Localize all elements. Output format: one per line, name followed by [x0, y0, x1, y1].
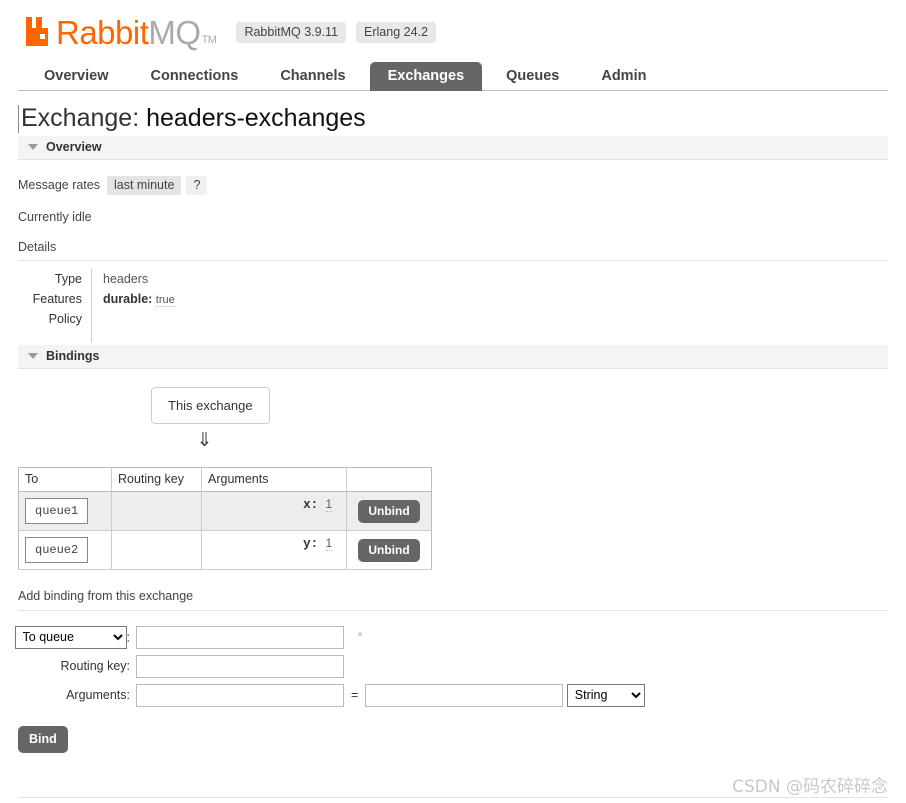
message-rates-label: Message rates [18, 178, 100, 192]
bindings-graph: This exchange ⇓ [0, 386, 906, 451]
details-row-type: Type headers [0, 268, 175, 289]
binding-action-cell: Unbind [346, 530, 432, 570]
watermark-text: CSDN @码农碎碎念 [732, 777, 888, 797]
page-title-name: headers-exchanges [146, 104, 366, 132]
bind-button-row: Bind [18, 725, 906, 753]
destination-colon: : [126, 630, 130, 644]
tab-queues[interactable]: Queues [488, 62, 577, 92]
rabbitmq-version-badge: RabbitMQ 3.9.11 [236, 22, 347, 43]
details-row-features: Features durable: true [0, 288, 175, 309]
logo-tm-mark: TM [201, 34, 217, 46]
message-rates-row: Message rates last minute ? [18, 175, 906, 195]
rate-period-last-minute[interactable]: last minute [106, 175, 182, 195]
arguments-input-cell: = String Number Boolean List [136, 681, 645, 710]
unbind-button[interactable]: Unbind [358, 538, 420, 562]
tab-connections[interactable]: Connections [133, 62, 257, 92]
column-header-to: To [18, 467, 112, 492]
unbind-button[interactable]: Unbind [358, 499, 420, 523]
down-arrow-icon: ⇓ [196, 429, 213, 451]
details-value-features: durable: true [92, 289, 175, 309]
binding-action-cell: Unbind [346, 491, 432, 531]
details-label: Details [18, 240, 888, 261]
rabbit-eye [40, 34, 45, 39]
column-header-actions [346, 467, 432, 492]
add-binding-form: To queue To exchange : * Routing key: Ar… [0, 623, 645, 710]
feature-value-durable: true [155, 293, 175, 307]
argument-type-select[interactable]: String Number Boolean List [566, 683, 645, 707]
binding-destination-cell: queue2 [18, 530, 112, 570]
logo-rabbit-text: Rabbit [56, 14, 149, 51]
table-row: queue1 x: 1 Unbind [18, 491, 432, 531]
form-row-routing-key: Routing key: [0, 652, 645, 681]
page-title: Exchange: headers-exchanges [18, 104, 906, 133]
tab-admin[interactable]: Admin [583, 62, 664, 92]
arguments-label: Arguments: [66, 688, 130, 702]
details-label-features: Features [0, 288, 92, 309]
section-header-bindings[interactable]: Bindings [18, 344, 888, 369]
rabbitmq-logo[interactable]: RabbitMQTM [25, 14, 217, 51]
queue-link-queue1[interactable]: queue1 [25, 497, 89, 524]
section-overview-label: Overview [46, 139, 102, 154]
table-row: queue2 y: 1 Unbind [18, 530, 432, 570]
details-label-policy: Policy [0, 308, 92, 342]
page-title-prefix: Exchange: [21, 104, 147, 132]
bindings-table: To Routing key Arguments queue1 x: 1 Unb… [18, 466, 432, 570]
queue-link-queue2[interactable]: queue2 [25, 536, 89, 563]
destination-type-select[interactable]: To queue To exchange [14, 625, 127, 649]
feature-key-durable: durable: [103, 291, 153, 306]
chevron-down-icon [28, 143, 38, 150]
help-icon[interactable]: ? [186, 175, 208, 195]
bind-button[interactable]: Bind [18, 725, 68, 753]
footer-divider [18, 797, 888, 798]
routing-key-input-cell [136, 652, 645, 681]
column-header-routing-key: Routing key [111, 467, 202, 492]
tab-channels[interactable]: Channels [262, 62, 363, 92]
binding-arg-value: 1 [325, 498, 332, 512]
app-header: RabbitMQTM RabbitMQ 3.9.11 Erlang 24.2 [0, 0, 906, 51]
details-label-type: Type [0, 268, 92, 289]
main-navigation: Overview Connections Channels Exchanges … [18, 60, 888, 91]
argument-name-input[interactable] [136, 683, 344, 707]
idle-status-text: Currently idle [18, 209, 92, 224]
form-row-arguments: Arguments: = String Number Boolean List [0, 681, 645, 710]
erlang-version-badge: Erlang 24.2 [356, 22, 436, 43]
details-value-policy [92, 309, 175, 342]
binding-routing-key-cell [111, 530, 202, 570]
logo-wordmark: RabbitMQTM [56, 14, 217, 51]
column-header-arguments: Arguments [201, 467, 347, 492]
this-exchange-node: This exchange [151, 386, 270, 424]
routing-key-input[interactable] [136, 654, 344, 678]
form-row-destination: To queue To exchange : * [0, 623, 645, 652]
tab-overview[interactable]: Overview [26, 62, 127, 92]
exchange-details-table: Type headers Features durable: true Poli… [0, 268, 175, 342]
version-badges: RabbitMQ 3.9.11 Erlang 24.2 [236, 22, 436, 43]
binding-arg-key: y: [303, 536, 319, 551]
section-bindings-label: Bindings [46, 348, 100, 363]
rabbit-logo-icon [25, 17, 55, 46]
destination-input[interactable] [136, 625, 344, 649]
argument-value-input[interactable] [365, 683, 564, 707]
binding-arg-key: x: [303, 497, 319, 512]
binding-arguments-cell: x: 1 [201, 491, 347, 531]
routing-key-label: Routing key: [60, 659, 130, 673]
section-header-overview[interactable]: Overview [18, 135, 888, 160]
details-value-type: headers [103, 271, 149, 286]
binding-routing-key-cell [111, 491, 202, 531]
chevron-down-icon [28, 352, 38, 359]
details-row-policy: Policy [0, 308, 175, 342]
required-marker: * [357, 629, 363, 644]
bindings-table-header-row: To Routing key Arguments [18, 467, 432, 492]
tab-exchanges[interactable]: Exchanges [369, 61, 483, 91]
binding-arguments-cell: y: 1 [201, 530, 347, 570]
destination-input-cell: * [136, 623, 645, 652]
destination-select-cell: To queue To exchange : [0, 623, 136, 652]
binding-destination-cell: queue1 [18, 491, 112, 531]
add-binding-title: Add binding from this exchange [18, 589, 888, 611]
binding-arg-value: 1 [325, 537, 332, 551]
equals-sign: = [351, 688, 359, 702]
logo-mq-text: MQ [148, 14, 201, 51]
